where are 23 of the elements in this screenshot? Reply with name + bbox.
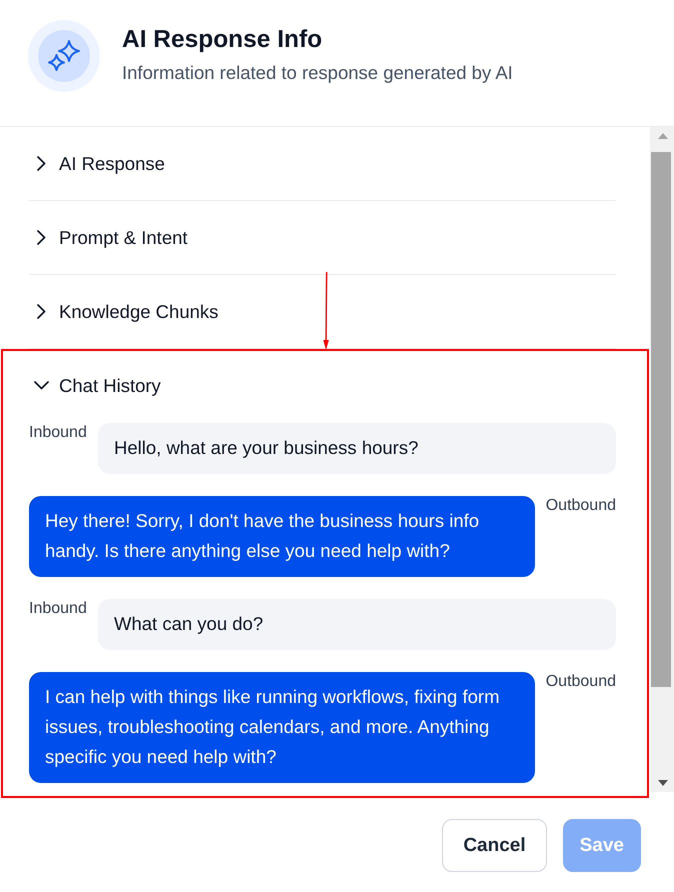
dialog-subtitle: Information related to response generated by AI	[122, 61, 513, 85]
chevron-right-icon	[36, 304, 46, 319]
message-direction-label: Outbound	[544, 672, 616, 692]
scroll-down-icon[interactable]	[658, 780, 668, 786]
message-bubble: I can help with things like running workflows, fixing form issues, troubleshooting calendars, and more. Anything specific you need help with?	[29, 672, 535, 783]
sparkle-icon	[28, 20, 100, 92]
cancel-button[interactable]: Cancel	[442, 819, 547, 872]
chevron-down-icon	[34, 381, 48, 390]
message-bubble: Hey there! Sorry, I don't have the business hours info handy. Is there anything else you need help with?	[29, 496, 535, 577]
chevron-right-icon	[36, 230, 46, 245]
accordion-header[interactable]: Prompt & Intent	[29, 201, 616, 274]
accordion-header[interactable]: AI Response	[29, 127, 616, 200]
accordion-header[interactable]: Chat History	[29, 349, 616, 422]
scroll-up-icon[interactable]	[658, 133, 668, 139]
message-direction-label: Outbound	[544, 496, 616, 516]
dialog-title: AI Response Info	[122, 25, 324, 55]
chevron-right-icon	[36, 156, 46, 171]
accordion-header[interactable]: Knowledge Chunks	[29, 275, 616, 348]
message-bubble: Hello, what are your business hours?	[98, 423, 616, 474]
scrollbar-thumb[interactable]	[651, 152, 671, 687]
message-bubble: What can you do?	[98, 599, 616, 650]
message-direction-label: Inbound	[29, 599, 88, 619]
message-direction-label: Inbound	[29, 423, 88, 443]
